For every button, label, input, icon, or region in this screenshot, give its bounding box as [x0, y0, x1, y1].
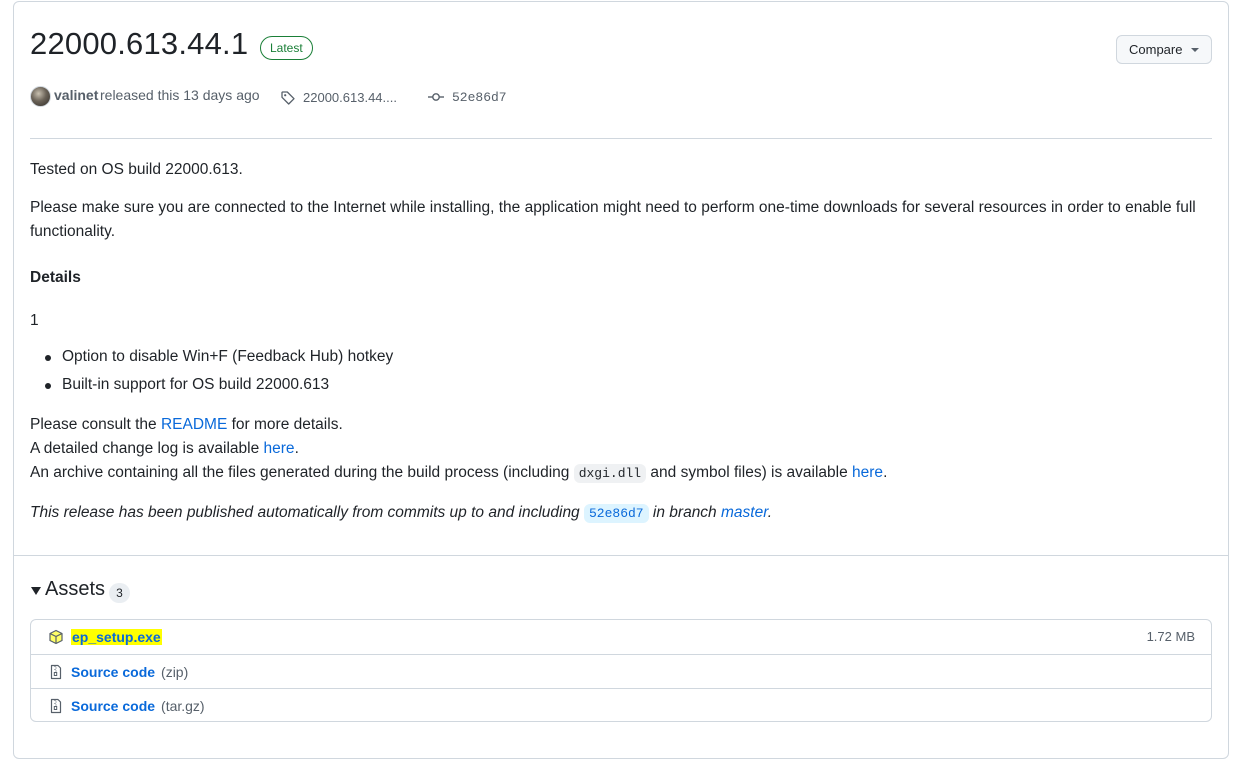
consult-text: Please consult the README for more detai…	[30, 413, 343, 437]
changelog-before: A detailed change log is available	[30, 440, 264, 457]
asset-link-source-zip[interactable]: Source code (zip)	[71, 664, 188, 680]
latest-badge: Latest	[260, 36, 313, 60]
commit-code-link[interactable]: 52e86d7	[584, 504, 649, 523]
auto-after: .	[767, 504, 773, 521]
assets-count-badge: 3	[109, 583, 130, 603]
details-heading: Details	[30, 269, 81, 286]
triangle-down-icon	[31, 587, 41, 595]
author-link[interactable]: valinet	[54, 87, 98, 103]
divider	[30, 138, 1212, 139]
tag-icon	[281, 91, 295, 105]
compare-label: Compare	[1129, 42, 1183, 57]
asset-format: (zip)	[161, 664, 189, 680]
auto-before: This release has been published automati…	[30, 504, 584, 521]
archive-after: .	[883, 464, 888, 481]
assets-list: ep_setup.exe 1.72 MB Source code (zip) So…	[30, 619, 1212, 722]
asset-name: Source code	[71, 664, 156, 680]
asset-format: (tar.gz)	[161, 698, 205, 714]
readme-link[interactable]: README	[161, 416, 227, 433]
section-divider	[14, 555, 1228, 556]
changes-list: Option to disable Win+F (Feedback Hub) h…	[30, 345, 393, 401]
release-title[interactable]: 22000.613.44.1	[30, 26, 248, 62]
archive-link[interactable]: here	[852, 464, 883, 481]
dxgi-code: dxgi.dll	[573, 464, 647, 483]
tag-link[interactable]: 22000.613.44....	[303, 90, 397, 105]
commit-link[interactable]: 52e86d7	[452, 90, 507, 105]
connect-text: Please make sure you are connected to th…	[30, 199, 1196, 240]
chevron-down-icon	[1191, 48, 1199, 52]
list-item: Built-in support for OS build 22000.613	[30, 373, 393, 401]
asset-link-ep-setup[interactable]: ep_setup.exe	[71, 629, 162, 645]
archive-text: An archive containing all the files gene…	[30, 461, 887, 486]
release-card: 22000.613.44.1 Latest Compare valinet re…	[13, 1, 1229, 759]
file-zip-icon	[50, 664, 62, 680]
changelog-link[interactable]: here	[264, 440, 295, 457]
list-number: 1	[30, 312, 39, 329]
consult-after: for more details.	[227, 416, 343, 433]
asset-link-source-targz[interactable]: Source code (tar.gz)	[71, 698, 205, 714]
archive-before: An archive containing all the files gene…	[30, 464, 574, 481]
package-icon	[49, 629, 63, 645]
file-zip-icon	[50, 698, 62, 714]
asset-name: Source code	[71, 698, 156, 714]
auto-mid: in branch	[648, 504, 721, 521]
list-item: Option to disable Win+F (Feedback Hub) h…	[30, 345, 393, 373]
released-text: released this 13 days ago	[100, 87, 260, 103]
consult-before: Please consult the	[30, 416, 161, 433]
avatar[interactable]	[30, 86, 51, 107]
branch-link[interactable]: master	[721, 504, 768, 521]
asset-row: Source code (zip)	[31, 654, 1211, 688]
asset-row: Source code (tar.gz)	[31, 688, 1211, 722]
archive-mid: and symbol files) is available	[646, 464, 853, 481]
compare-button[interactable]: Compare	[1116, 35, 1212, 64]
auto-published-text: This release has been published automati…	[30, 501, 772, 526]
assets-title: Assets	[45, 578, 106, 600]
asset-row: ep_setup.exe 1.72 MB	[31, 620, 1211, 654]
changelog-text: A detailed change log is available here.	[30, 437, 299, 461]
changelog-after: .	[294, 440, 299, 457]
asset-size: 1.72 MB	[1146, 629, 1195, 644]
commit-icon	[428, 93, 444, 101]
tested-text: Tested on OS build 22000.613.	[30, 161, 243, 178]
